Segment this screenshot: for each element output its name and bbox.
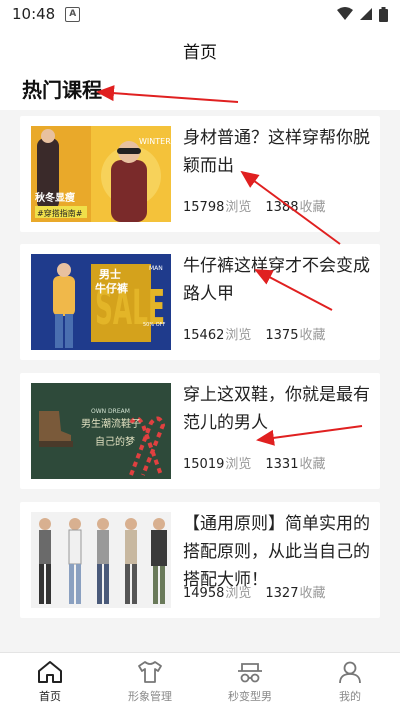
favorites-label: 收藏 bbox=[299, 457, 326, 472]
favorites-label: 收藏 bbox=[299, 200, 326, 215]
course-title-2: 牛仔裤这样穿才不会变成路人甲 bbox=[183, 256, 370, 304]
thumb-1-main-text: 秋冬显瘦 bbox=[35, 191, 75, 204]
thumb-2-main2-text: 牛仔裤 bbox=[95, 281, 128, 295]
wifi-icon bbox=[337, 7, 353, 20]
course-thumbnail-3: OWN DREAM 男生潮流鞋子 自己的梦 bbox=[31, 383, 171, 479]
tab-image-management[interactable]: 形象管理 bbox=[100, 653, 200, 711]
favorites-count: 1327 bbox=[265, 586, 299, 601]
status-time: 10:48 bbox=[12, 5, 56, 23]
views-label: 浏览 bbox=[225, 586, 252, 601]
hot-courses-section: 热门课程 bbox=[0, 72, 400, 110]
favorites-label: 收藏 bbox=[299, 328, 326, 343]
tshirt-icon bbox=[138, 661, 162, 683]
tab-profile[interactable]: 我的 bbox=[300, 653, 400, 711]
course-meta-3: 15019浏览 1331收藏 bbox=[183, 453, 325, 472]
user-icon bbox=[339, 661, 361, 684]
favorites-label: 收藏 bbox=[299, 586, 326, 601]
tab-label: 我的 bbox=[339, 690, 361, 703]
signal-icon bbox=[360, 8, 372, 20]
course-thumbnail-2: SALE 男士 牛仔裤 MAN 50% OFF bbox=[31, 254, 171, 350]
course-meta-1: 15798浏览 1388收藏 bbox=[183, 196, 325, 215]
page-header: 首页 bbox=[0, 28, 400, 72]
tab-label: 首页 bbox=[39, 690, 61, 703]
battery-icon bbox=[379, 6, 388, 22]
thumb-3-main-text: 男生潮流鞋子 bbox=[81, 417, 141, 430]
course-card-1[interactable]: WINTER 秋冬显瘦 #穿搭指南# 身材普通？这样穿帮你脱颖而出 15798浏… bbox=[20, 116, 380, 232]
views-label: 浏览 bbox=[225, 328, 252, 343]
section-title: 热门课程 bbox=[22, 78, 102, 102]
favorites-count: 1375 bbox=[265, 328, 299, 343]
thumb-2-tag-text: MAN bbox=[149, 265, 163, 272]
course-meta-2: 15462浏览 1375收藏 bbox=[183, 324, 325, 343]
thumb-3-sub-text: 自己的梦 bbox=[95, 435, 135, 448]
views-count: 15798 bbox=[183, 200, 225, 215]
page-title: 首页 bbox=[183, 42, 217, 63]
thumb-1-top-text: WINTER bbox=[139, 137, 171, 146]
tab-makeover[interactable]: 秒变型男 bbox=[200, 653, 300, 711]
status-bar: 10:48 A bbox=[0, 0, 400, 28]
course-card-4[interactable]: 【通用原则】简单实用的搭配原则，从此当自己的搭配大师！ 14958浏览 1327… bbox=[20, 502, 380, 618]
course-thumbnail-4 bbox=[31, 512, 171, 608]
thumb-2-main-text: 男士 bbox=[99, 267, 121, 281]
course-thumbnail-1: WINTER 秋冬显瘦 #穿搭指南# bbox=[31, 126, 171, 222]
tab-label: 秒变型男 bbox=[228, 690, 272, 703]
course-meta-4: 14958浏览 1327收藏 bbox=[183, 582, 325, 601]
course-title-1: 身材普通？这样穿帮你脱颖而出 bbox=[183, 128, 370, 176]
home-icon bbox=[38, 661, 62, 683]
bottom-tab-bar: 首页 形象管理 秒变型男 我的 bbox=[0, 652, 400, 711]
thumb-2-off-text: 50% OFF bbox=[143, 322, 166, 328]
views-count: 15462 bbox=[183, 328, 225, 343]
views-label: 浏览 bbox=[225, 200, 252, 215]
course-title-3: 穿上这双鞋，你就是最有范儿的男人 bbox=[183, 385, 370, 433]
favorites-count: 1331 bbox=[265, 457, 299, 472]
course-card-3[interactable]: OWN DREAM 男生潮流鞋子 自己的梦 穿上这双鞋，你就是最有范儿的男人 1… bbox=[20, 373, 380, 489]
tab-label: 形象管理 bbox=[128, 690, 172, 703]
views-count: 14958 bbox=[183, 586, 225, 601]
tab-home[interactable]: 首页 bbox=[0, 653, 100, 711]
hat-glasses-icon bbox=[238, 663, 262, 683]
thumb-1-sub-text: #穿搭指南# bbox=[37, 208, 83, 218]
thumb-3-top-text: OWN DREAM bbox=[91, 408, 130, 415]
favorites-count: 1388 bbox=[265, 200, 299, 215]
course-card-2[interactable]: SALE 男士 牛仔裤 MAN 50% OFF 牛仔裤这样穿才不会变成路人甲 1… bbox=[20, 244, 380, 360]
status-app-badge: A bbox=[65, 6, 81, 22]
views-count: 15019 bbox=[183, 457, 225, 472]
views-label: 浏览 bbox=[225, 457, 252, 472]
